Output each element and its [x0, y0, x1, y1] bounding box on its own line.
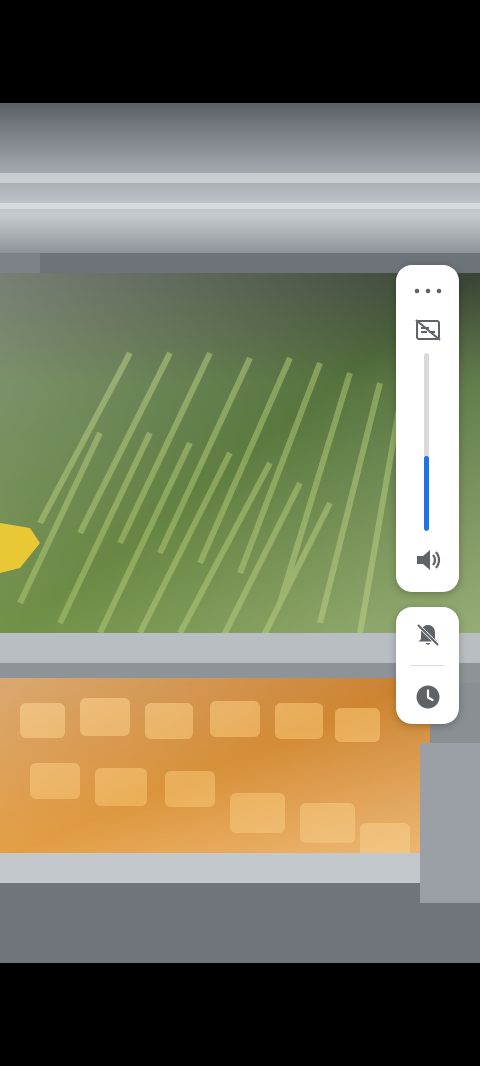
- more-horizontal-icon[interactable]: [412, 281, 443, 301]
- volume-panel: [396, 265, 459, 592]
- captions-off-icon[interactable]: [412, 315, 443, 345]
- divider: [410, 665, 445, 666]
- clock-icon[interactable]: [412, 681, 443, 713]
- notifications-off-icon[interactable]: [412, 619, 443, 651]
- volume-slider-fill: [424, 456, 429, 531]
- volume-slider[interactable]: [424, 353, 429, 531]
- ringer-panel: [396, 607, 459, 724]
- volume-up-icon[interactable]: [412, 545, 443, 575]
